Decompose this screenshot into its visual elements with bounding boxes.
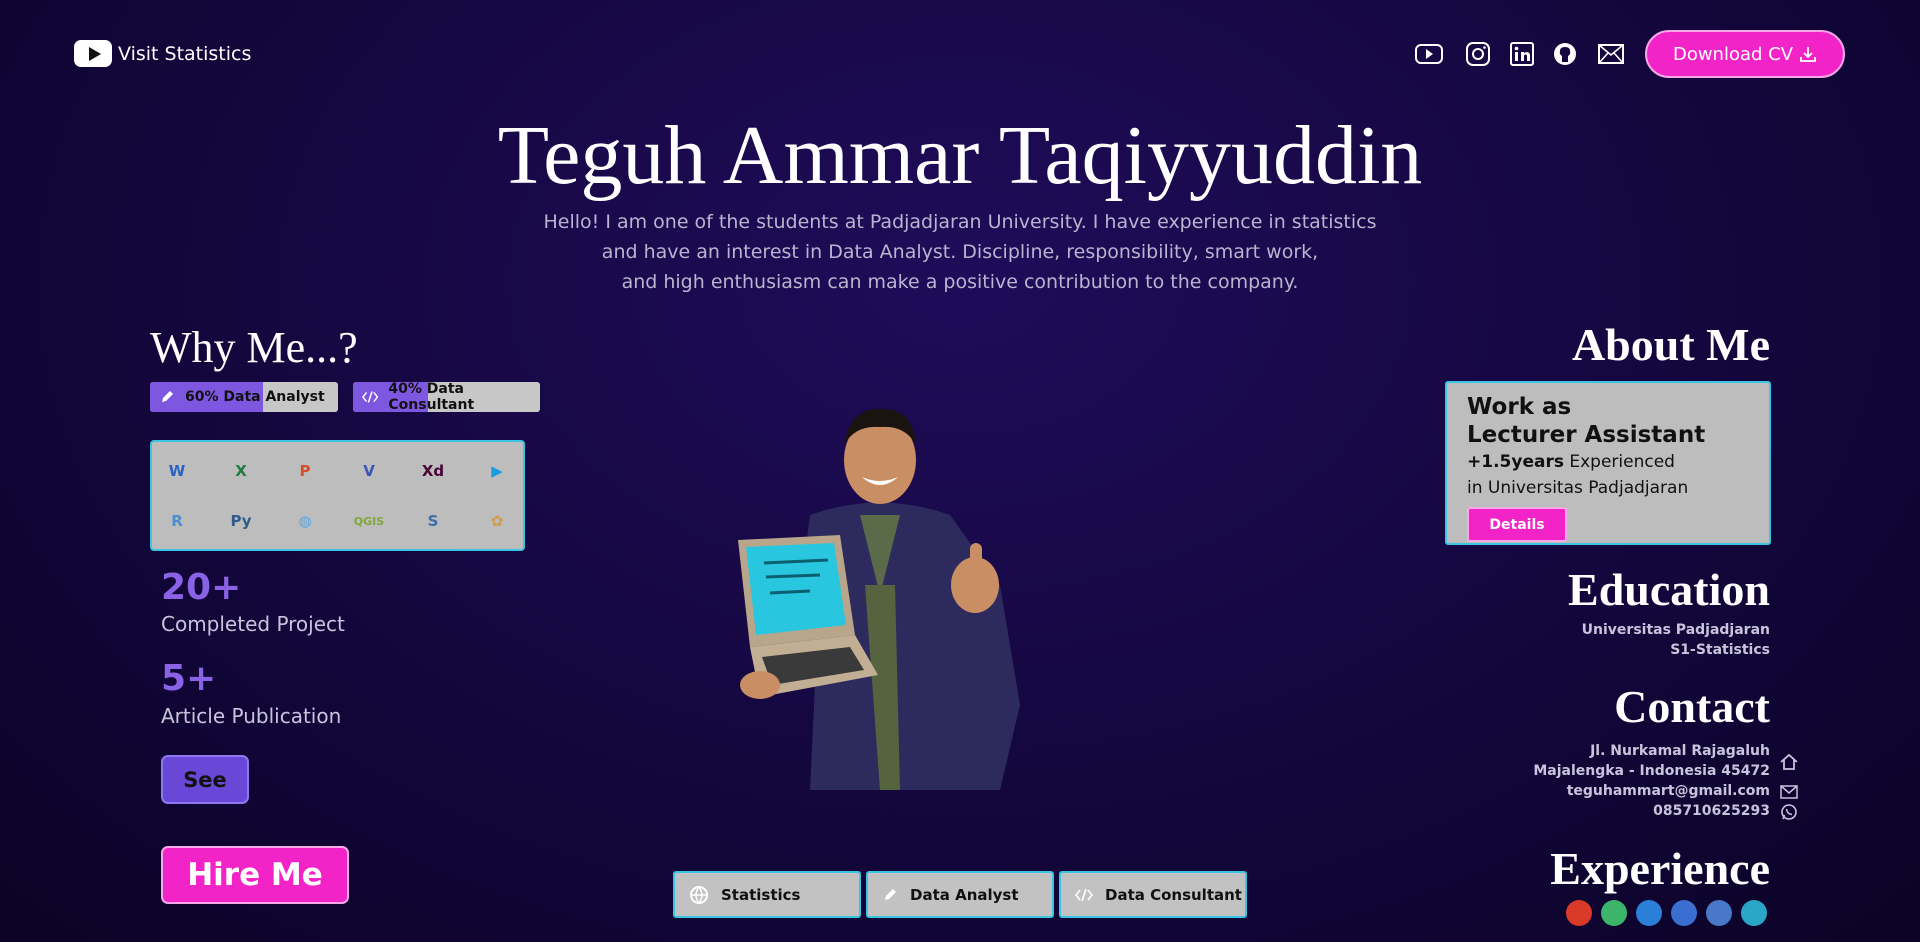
- mail-icon: [1779, 782, 1799, 802]
- stat-label-projects: Completed Project: [161, 612, 345, 636]
- jet-logo-icon: [1671, 900, 1697, 926]
- skill-bar-data-analyst: 60% Data Analyst: [150, 382, 338, 412]
- github-icon[interactable]: [1551, 40, 1579, 68]
- experienced-text: Experienced: [1563, 452, 1675, 472]
- pen-icon: [885, 888, 896, 900]
- download-cv-button[interactable]: Download CV: [1645, 30, 1845, 78]
- intro-line: and high enthusiasm can make a positive …: [621, 271, 1299, 293]
- home-icon: [1779, 752, 1799, 772]
- contact-email[interactable]: teguhammart@gmail.com: [1567, 783, 1770, 799]
- contact-address-1: Jl. Nurkamal Rajagaluh: [1590, 743, 1770, 759]
- adobe-xd-icon: Xd: [421, 462, 445, 480]
- work-place: in Universitas Padjadjaran: [1467, 478, 1689, 498]
- visit-statistics-link[interactable]: Visit Statistics: [74, 40, 251, 67]
- education-degree: S1-Statistics: [1670, 642, 1770, 658]
- minitab-icon: ✿: [490, 512, 504, 530]
- pen-icon: [162, 391, 173, 402]
- linkedin-icon[interactable]: [1508, 40, 1536, 68]
- download-icon: [1800, 47, 1816, 62]
- qgis-icon: QGIS: [353, 514, 385, 528]
- work-title-line1: Work as: [1467, 394, 1572, 420]
- work-card: Work as Lecturer Assistant +1.5years Exp…: [1445, 381, 1771, 545]
- why-me-heading: Why Me...?: [150, 323, 358, 372]
- page-title: Teguh Ammar Taqiyyuddin: [497, 109, 1423, 202]
- experience-heading: Experience: [1550, 843, 1770, 894]
- youtube-icon[interactable]: [1414, 40, 1444, 68]
- globe-icon: ◍: [298, 512, 312, 530]
- globe-icon: [690, 885, 708, 904]
- stat-value-projects: 20+: [161, 567, 242, 608]
- instagram-icon[interactable]: [1464, 40, 1492, 68]
- badge-logo-icon: [1706, 900, 1732, 926]
- years-value: +1.5years: [1467, 452, 1564, 472]
- r-icon: R: [171, 512, 183, 530]
- visio-icon: V: [363, 462, 375, 480]
- triangle-logo-icon: [1741, 900, 1767, 926]
- python-icon: Py: [230, 512, 252, 530]
- tab-label: Statistics: [721, 885, 801, 904]
- stat-value-articles: 5+: [161, 658, 217, 699]
- mail-icon[interactable]: [1596, 40, 1626, 68]
- education-heading: Education: [1568, 564, 1770, 615]
- intro-text: Hello! I am one of the students at Padja…: [510, 207, 1410, 297]
- u-logo-icon: [1601, 900, 1627, 926]
- tab-statistics[interactable]: Statistics: [673, 871, 861, 918]
- tab-data-consultant[interactable]: Data Consultant: [1059, 871, 1247, 918]
- see-button[interactable]: See: [161, 755, 249, 804]
- tab-label: Data Analyst: [910, 885, 1019, 904]
- stat-label-articles: Article Publication: [161, 704, 342, 728]
- intro-line: and have an interest in Data Analyst. Di…: [601, 241, 1319, 263]
- contact-heading: Contact: [1614, 681, 1770, 732]
- hire-me-button[interactable]: Hire Me: [161, 846, 349, 904]
- contact-phone[interactable]: 085710625293: [1653, 803, 1770, 819]
- skill-bar-data-consultant: 40% Data Consultant: [353, 382, 540, 412]
- download-cv-label: Download CV: [1672, 43, 1794, 65]
- whatsapp-icon: [1779, 802, 1799, 822]
- profile-photo: [738, 408, 1020, 790]
- skill-label: 60% Data Analyst: [185, 389, 325, 405]
- unpad-logo-icon: [1566, 900, 1592, 926]
- education-school: Universitas Padjadjaran: [1581, 622, 1770, 638]
- youtube-icon: [74, 40, 112, 67]
- skill-label: 40% Data Consultant: [388, 382, 475, 412]
- about-me-heading: About Me: [1571, 319, 1770, 370]
- tab-label: Data Consultant: [1105, 885, 1242, 904]
- spss-icon: S: [427, 512, 439, 530]
- google-play-icon: ▶: [491, 462, 503, 480]
- powerpoint-icon: P: [299, 462, 311, 480]
- work-title-line2: Lecturer Assistant: [1467, 422, 1706, 448]
- excel-icon: X: [235, 462, 247, 480]
- code-icon: [1075, 888, 1093, 901]
- contact-address-2: Majalengka - Indonesia 45472: [1533, 763, 1770, 779]
- wave-logo-icon: [1636, 900, 1662, 926]
- visit-statistics-label: Visit Statistics: [118, 42, 252, 65]
- work-experience-line: +1.5years Experienced: [1467, 449, 1749, 475]
- details-button[interactable]: Details: [1467, 507, 1567, 542]
- word-icon: W: [168, 462, 186, 480]
- tools-panel: W X P V Xd ▶ R Py ◍ QGIS S ✿: [150, 440, 525, 551]
- intro-line: Hello! I am one of the students at Padja…: [543, 211, 1377, 233]
- code-icon: [362, 391, 379, 403]
- tab-data-analyst[interactable]: Data Analyst: [866, 871, 1054, 918]
